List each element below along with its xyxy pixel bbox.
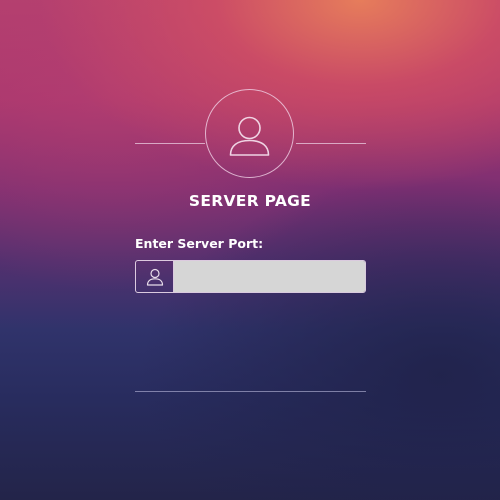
server-port-input[interactable] [174, 261, 365, 292]
input-prefix [136, 261, 174, 292]
header-divider-right [296, 143, 366, 144]
header-divider-left [135, 143, 205, 144]
user-icon [229, 116, 270, 156]
port-label: Enter Server Port: [135, 236, 264, 251]
page-title: SERVER PAGE [188, 192, 312, 210]
form-divider [135, 391, 366, 392]
avatar [205, 89, 294, 178]
port-input-group [135, 260, 366, 293]
user-icon [146, 268, 163, 286]
